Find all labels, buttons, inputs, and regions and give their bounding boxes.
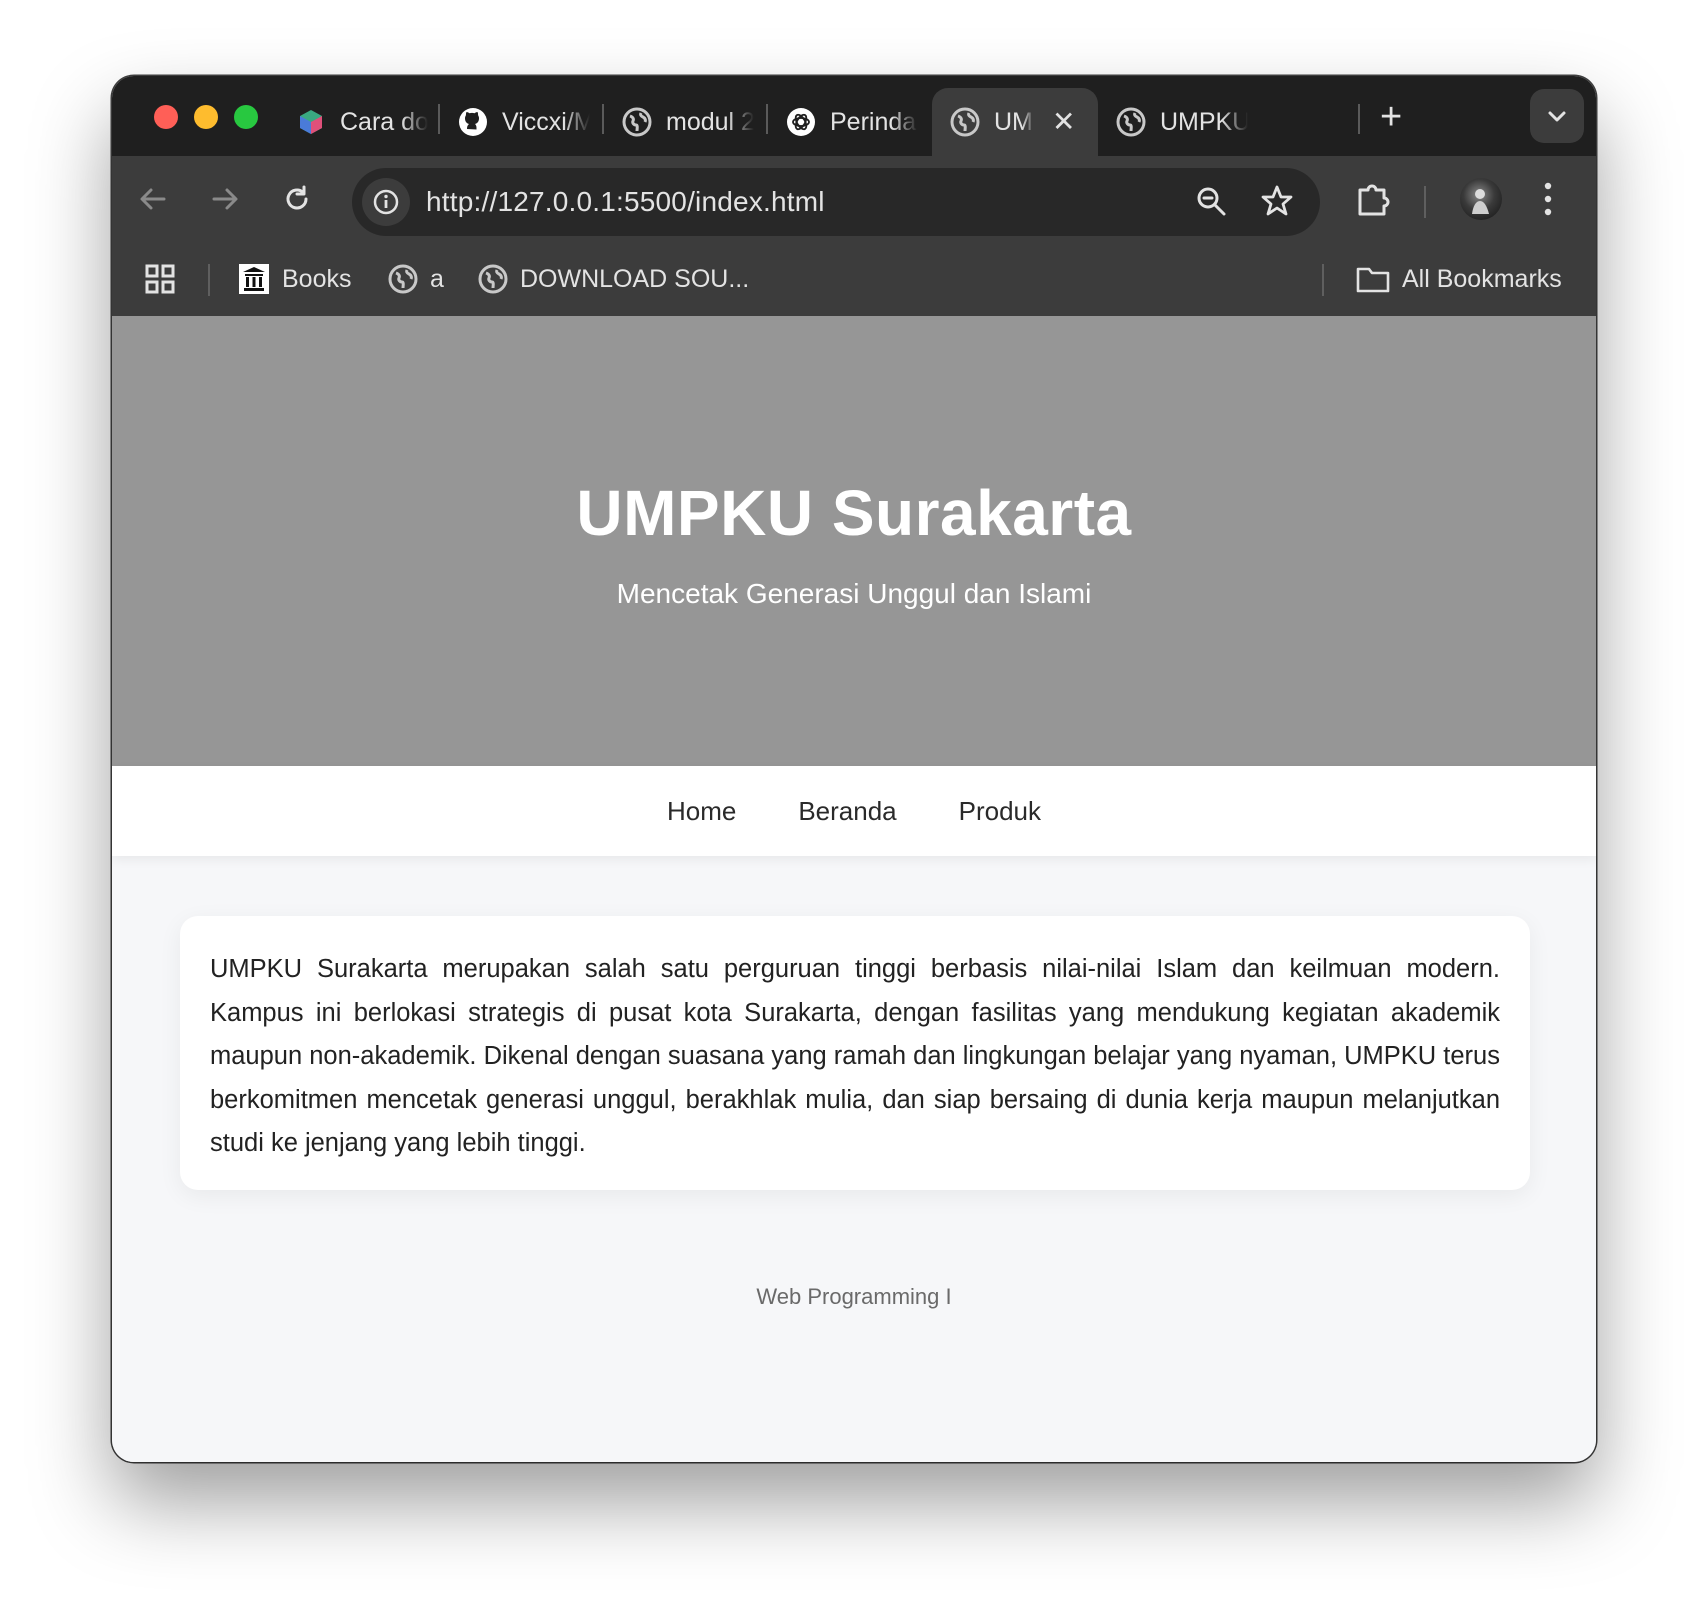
- hero-header: UMPKU Surakarta Mencetak Generasi Unggul…: [112, 316, 1596, 766]
- tab-title: Cara download: [340, 107, 428, 136]
- page-title: UMPKU Surakarta: [576, 477, 1132, 549]
- url-text[interactable]: http://127.0.0.1:5500/index.html: [426, 186, 825, 218]
- extensions-icon[interactable]: [1352, 178, 1392, 223]
- globe-icon: [950, 107, 980, 137]
- bookmark-separator: [208, 264, 210, 296]
- tab-title: modul 2: [666, 107, 754, 136]
- globe-icon: [1116, 107, 1146, 137]
- tab-separator: [1358, 104, 1360, 134]
- forward-button[interactable]: [204, 178, 246, 220]
- arrow-left-icon: [140, 188, 166, 210]
- bookmarks-bar: Books a DOWNLOAD SOU... All Bookmarks: [112, 242, 1596, 316]
- arrow-right-icon: [212, 188, 238, 210]
- openai-icon: [786, 107, 816, 137]
- bookmark-star-icon[interactable]: [1260, 184, 1294, 223]
- close-window-button[interactable]: [154, 105, 178, 129]
- bookmark-label: Books: [282, 264, 352, 293]
- chevron-down-icon: [1548, 111, 1566, 122]
- bookmark-label: DOWNLOAD SOU...: [520, 264, 750, 293]
- page-footer: Web Programming I: [756, 1284, 952, 1309]
- tab-umpku[interactable]: UMPKU: [1116, 88, 1248, 156]
- colorful-cube-icon: [296, 107, 326, 137]
- more-options-icon[interactable]: [1542, 180, 1554, 223]
- all-bookmarks-label: All Bookmarks: [1402, 264, 1562, 293]
- bookmark-a[interactable]: a: [388, 242, 444, 316]
- content-card: UMPKU Surakarta merupakan salah satu per…: [180, 916, 1530, 1190]
- browser-window: Cara download Viccxi/Modul modul 2 Perin…: [112, 76, 1596, 1462]
- address-bar[interactable]: http://127.0.0.1:5500/index.html: [352, 168, 1320, 236]
- content-paragraph: UMPKU Surakarta merupakan salah satu per…: [210, 955, 1500, 1157]
- bookmark-label: a: [430, 264, 444, 293]
- close-tab-icon[interactable]: ✕: [1052, 108, 1075, 136]
- toolbar: http://127.0.0.1:5500/index.html: [112, 156, 1596, 242]
- books-icon: [238, 263, 270, 295]
- github-icon: [458, 107, 488, 137]
- back-button[interactable]: [132, 178, 174, 220]
- all-bookmarks-button[interactable]: All Bookmarks: [1356, 242, 1562, 316]
- nav-link-produk[interactable]: Produk: [959, 796, 1041, 827]
- nav-link-home[interactable]: Home: [667, 796, 736, 827]
- reload-icon: [286, 185, 308, 210]
- tab-modul[interactable]: modul 2: [622, 88, 754, 156]
- globe-icon: [478, 264, 508, 294]
- tab-chatgpt[interactable]: Perindah: [786, 88, 918, 156]
- zoom-icon[interactable]: [1194, 184, 1228, 223]
- tab-search-button[interactable]: [1530, 89, 1584, 143]
- reload-button[interactable]: [276, 178, 318, 220]
- tab-github[interactable]: Viccxi/Modul: [458, 88, 590, 156]
- tab-title: Perindah: [830, 107, 918, 136]
- main-nav: Home Beranda Produk: [112, 766, 1596, 856]
- minimize-window-button[interactable]: [194, 105, 218, 129]
- nav-link-beranda[interactable]: Beranda: [798, 796, 896, 827]
- bookmark-separator: [1322, 264, 1324, 296]
- folder-icon: [1356, 265, 1390, 293]
- site-info-icon[interactable]: [362, 178, 410, 226]
- tab-title: UMPKU: [1160, 107, 1248, 136]
- page-subtitle: Mencetak Generasi Unggul dan Islami: [616, 578, 1092, 609]
- tab-strip: Cara download Viccxi/Modul modul 2 Perin…: [112, 76, 1596, 156]
- tab-title: UM: [994, 107, 1033, 136]
- bookmark-download-sou[interactable]: DOWNLOAD SOU...: [478, 242, 749, 316]
- toolbar-divider: [1424, 186, 1426, 218]
- tab-cara-download[interactable]: Cara download: [296, 88, 428, 156]
- globe-icon: [622, 107, 652, 137]
- tab-separator: [602, 104, 604, 134]
- tab-umpku-active[interactable]: UM ✕: [932, 88, 1098, 156]
- maximize-window-button[interactable]: [234, 105, 258, 129]
- new-tab-button[interactable]: +: [1380, 98, 1402, 136]
- globe-icon: [388, 264, 418, 294]
- bookmark-books[interactable]: Books: [238, 242, 351, 316]
- page-viewport: UMPKU Surakarta Mencetak Generasi Unggul…: [112, 316, 1596, 1462]
- apps-button[interactable]: [144, 242, 176, 316]
- tab-title: Viccxi/Modul: [502, 107, 590, 136]
- tab-separator: [766, 104, 768, 134]
- profile-avatar[interactable]: [1460, 178, 1502, 220]
- tab-separator: [438, 104, 440, 134]
- apps-grid-icon: [145, 264, 175, 294]
